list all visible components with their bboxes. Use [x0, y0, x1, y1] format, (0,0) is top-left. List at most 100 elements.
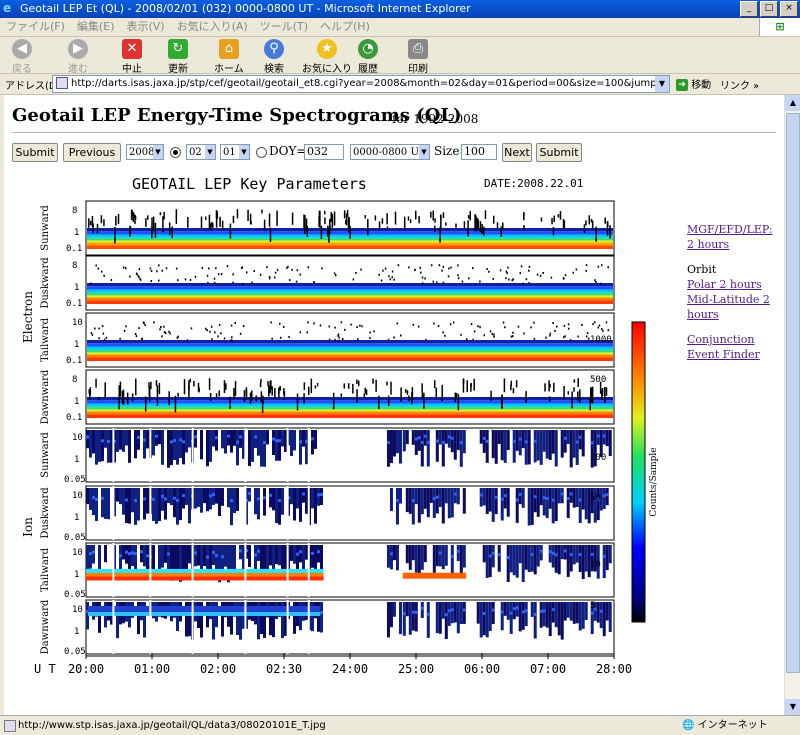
ion-flux-bar [281, 430, 284, 447]
data-speck [306, 225, 309, 237]
data-speck [357, 380, 360, 387]
data-speck [204, 216, 207, 220]
ion-flux-bar [444, 602, 448, 640]
data-speck [150, 269, 153, 272]
data-speck [217, 335, 219, 338]
link-conjunction[interactable]: Conjunction Event Finder [687, 333, 760, 361]
ion-flux-bar [206, 430, 209, 467]
link-mid-latitude[interactable]: Mid-Latitude 2 hours [687, 293, 770, 321]
data-speck [434, 218, 436, 223]
data-speck [545, 336, 547, 339]
links-button[interactable]: リンク » [720, 77, 759, 92]
menu-help[interactable]: ヘルプ(H) [314, 18, 376, 36]
submit-button-2[interactable]: Submit [536, 143, 582, 162]
submit-button-1[interactable]: Submit [12, 143, 58, 162]
data-speck [544, 383, 546, 392]
spectrum-band [87, 352, 613, 355]
ion-flux-bar [500, 488, 504, 521]
menu-tools[interactable]: ツール(T) [254, 18, 314, 36]
ion-flux-point [182, 440, 185, 444]
period-select[interactable]: 0000-0800 UT ▼ [350, 144, 430, 160]
address-input[interactable]: http://darts.isas.jaxa.jp/stp/cef/geotai… [52, 75, 670, 93]
doy-input[interactable]: 032 [304, 144, 344, 160]
doy-radio[interactable] [256, 147, 267, 158]
ion-flux-point [414, 610, 418, 614]
data-speck [380, 279, 383, 282]
favorites-button[interactable]: ★ お気に入り [302, 39, 352, 75]
y-tick-label: 10 [72, 548, 83, 558]
scroll-down-icon[interactable]: ▼ [785, 699, 800, 715]
close-button[interactable]: × [780, 1, 798, 17]
history-button[interactable]: ◔ 履歴 [358, 39, 378, 75]
stop-button[interactable]: ✕ 中止 [122, 39, 142, 75]
home-button[interactable]: ⌂ ホーム [214, 39, 244, 75]
menu-view[interactable]: 表示(V) [120, 18, 170, 36]
forward-button[interactable]: ▶ 進む [68, 39, 88, 75]
data-speck [386, 381, 388, 386]
data-speck [176, 336, 179, 339]
ion-flux-bar [200, 430, 203, 460]
data-speck [334, 326, 336, 329]
menu-favorites[interactable]: お気に入り(A) [171, 18, 254, 36]
data-speck [307, 321, 309, 324]
vertical-scrollbar[interactable]: ▲ ▼ [784, 95, 800, 715]
ion-flux-bar [438, 488, 442, 507]
ion-flux-bar [278, 545, 281, 566]
address-dropdown-icon[interactable]: ▼ [655, 76, 669, 92]
maximize-button[interactable]: □ [760, 1, 778, 17]
ion-flux-bar [131, 545, 134, 567]
data-speck [118, 392, 120, 410]
ion-flux-bar [320, 602, 323, 633]
menu-edit[interactable]: 編集(E) [71, 18, 121, 36]
back-button[interactable]: ◀ 戻る [12, 39, 32, 75]
ion-flux-bar [143, 545, 146, 567]
ion-flux-bar [86, 430, 89, 449]
link-polar[interactable]: Polar 2 hours [687, 278, 762, 291]
data-speck [583, 224, 586, 234]
data-speck [209, 330, 211, 333]
ion-flux-bar [164, 488, 167, 520]
date-radio[interactable] [170, 147, 181, 158]
refresh-button[interactable]: ↻ 更新 [168, 39, 188, 75]
previous-button[interactable]: Previous [63, 143, 121, 162]
ion-flux-bar [435, 545, 439, 567]
data-speck [95, 378, 97, 388]
ion-flux-bar [444, 545, 448, 566]
ion-flux-bar [221, 430, 224, 449]
data-speck [463, 221, 466, 228]
ion-flux-bar [578, 488, 582, 523]
scroll-up-icon[interactable]: ▲ [785, 95, 800, 111]
day-select[interactable]: 01 ▼ [220, 144, 250, 160]
ion-flux-point [569, 552, 573, 556]
minimize-button[interactable]: _ [740, 1, 758, 17]
data-speck [234, 380, 237, 397]
month-select[interactable]: 02 ▼ [186, 144, 216, 160]
data-speck [344, 328, 346, 331]
link-mgf-efd-lep[interactable]: MGF/EFD/LEP: 2 hours [687, 223, 773, 251]
data-speck [271, 337, 273, 340]
menu-file[interactable]: ファイル(F) [0, 18, 71, 36]
print-button[interactable]: ⎙ 印刷 [408, 39, 428, 75]
data-speck [492, 215, 495, 224]
year-select[interactable]: 2008 ▼ [126, 144, 164, 160]
ion-flux-bar [176, 545, 179, 573]
data-speck [208, 378, 211, 391]
data-speck [406, 390, 409, 395]
page-content: Geotail LEP Energy-Time Spectrograms (QL… [4, 95, 784, 715]
data-speck [245, 271, 248, 274]
data-gap [286, 486, 289, 540]
ion-flux-bar [459, 602, 463, 625]
y-tick-label: 10 [72, 605, 83, 615]
size-input[interactable]: 100 [461, 144, 497, 160]
scroll-thumb[interactable] [786, 113, 800, 673]
ion-flux-bar [140, 545, 143, 563]
data-speck [486, 268, 488, 271]
ion-flux-bar [438, 545, 442, 567]
next-button[interactable]: Next [502, 143, 532, 162]
ion-flux-bar [530, 488, 534, 525]
go-button[interactable]: ➜ 移動 [676, 76, 711, 91]
search-button[interactable]: ⚲ 検索 [264, 39, 284, 75]
ion-flux-bar [557, 488, 561, 504]
ion-flux-point [548, 550, 552, 554]
data-speck [338, 336, 340, 339]
